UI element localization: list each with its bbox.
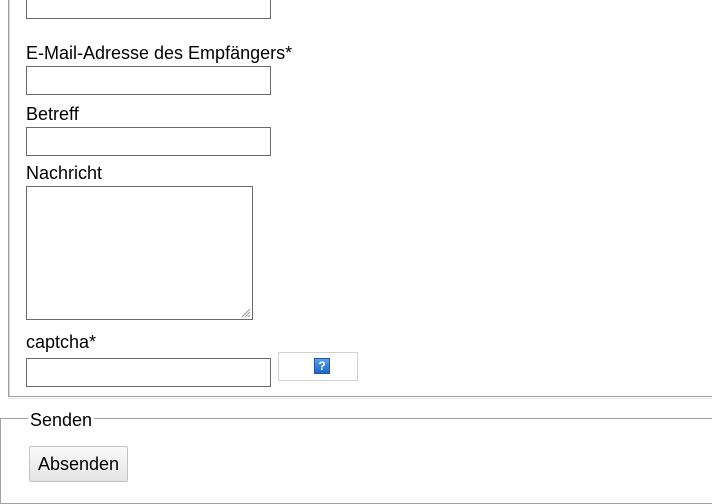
recipient-email-label: E-Mail-Adresse des Empfängers* <box>26 43 293 63</box>
fieldset-border-left <box>8 0 11 398</box>
subject-input[interactable] <box>26 127 271 156</box>
previous-field-input[interactable] <box>26 0 271 19</box>
subject-label: Betreff <box>26 104 79 124</box>
captcha-input[interactable] <box>26 358 271 387</box>
captcha-image: ? <box>278 352 358 381</box>
message-label: Nachricht <box>26 163 103 183</box>
recipient-email-input[interactable] <box>26 66 271 95</box>
submit-button[interactable]: Absenden <box>29 446 129 482</box>
fieldset-border-bottom <box>8 396 712 399</box>
message-textarea[interactable] <box>26 186 253 320</box>
captcha-label: captcha* <box>26 332 97 352</box>
help-icon[interactable]: ? <box>314 358 330 374</box>
send-fieldset-legend: Senden <box>28 410 95 430</box>
